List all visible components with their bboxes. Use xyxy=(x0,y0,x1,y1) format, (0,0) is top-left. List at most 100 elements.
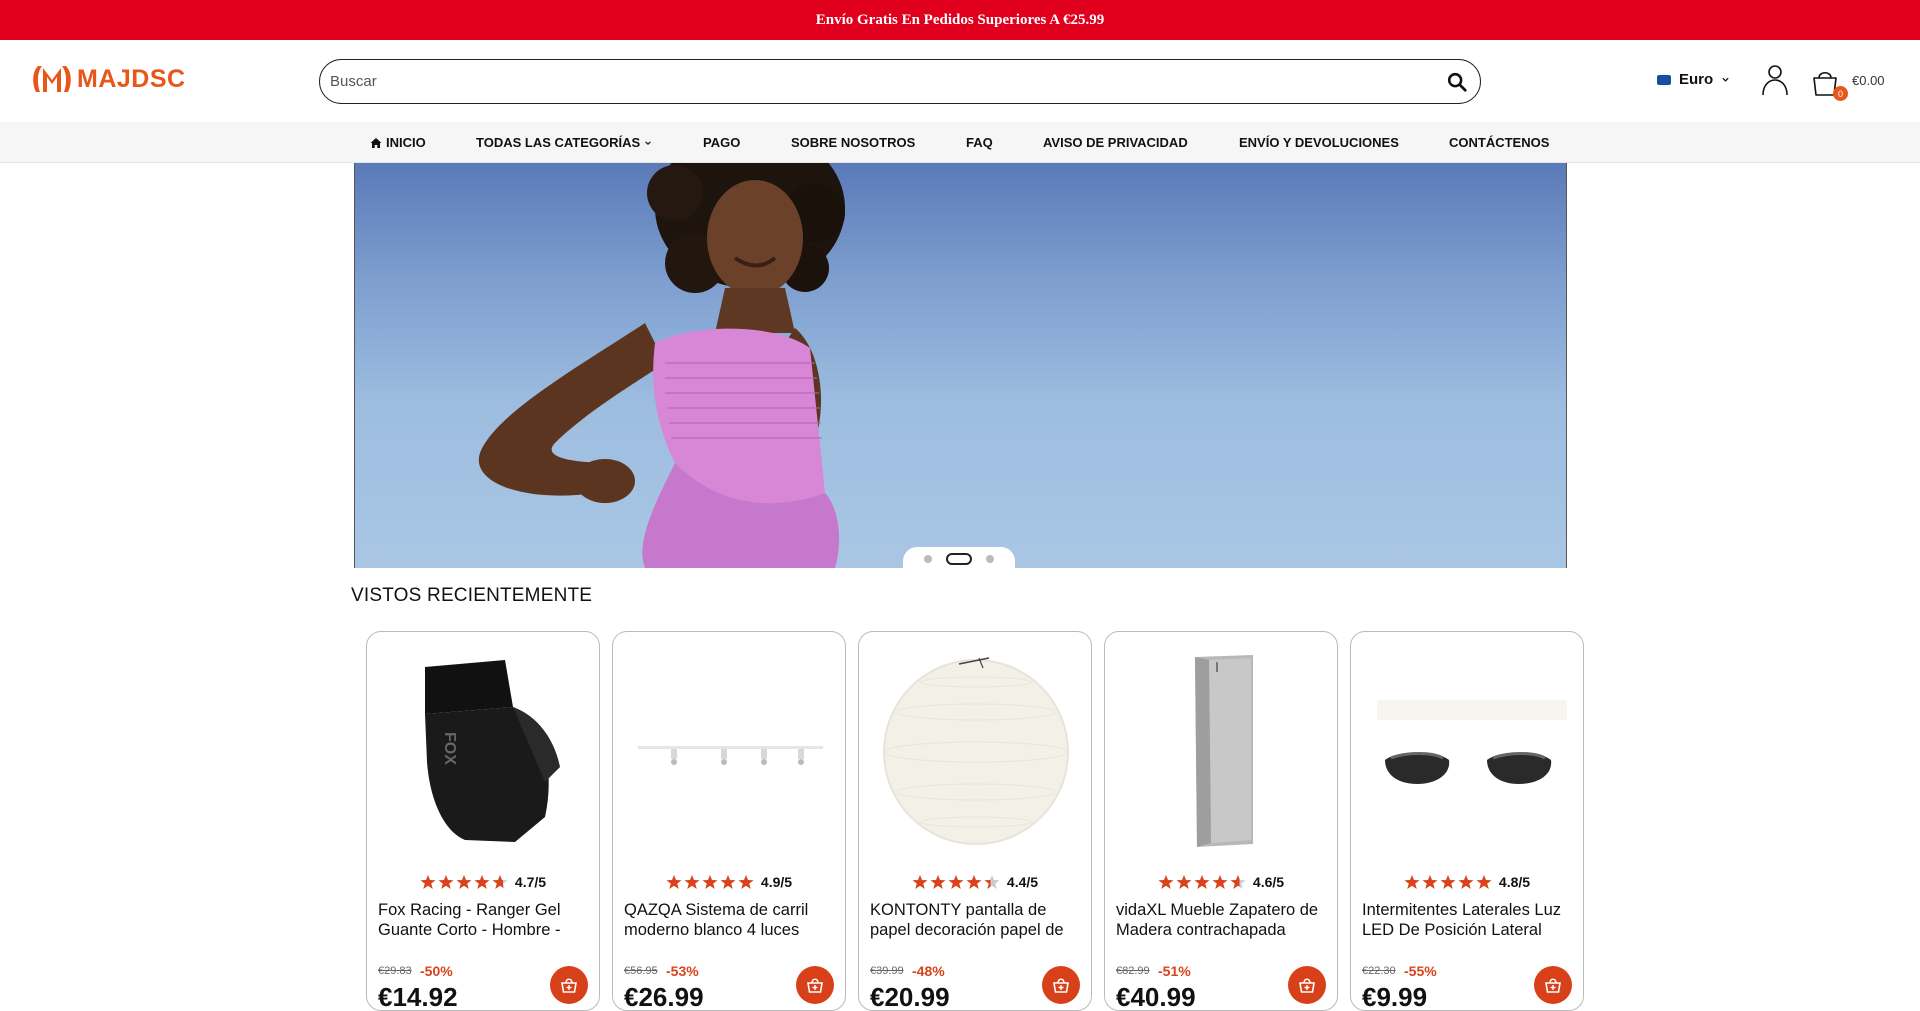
add-to-cart-button[interactable] xyxy=(550,966,588,1004)
product-image[interactable] xyxy=(1377,652,1567,847)
cart-add-icon xyxy=(1299,978,1315,993)
promo-text: Envío Gratis En Pedidos Superiores A €25… xyxy=(815,11,1105,28)
star-icon xyxy=(1404,875,1420,889)
star-half-icon xyxy=(492,875,508,889)
star-icon xyxy=(420,875,436,889)
logo-text: MAJDSC xyxy=(77,64,186,93)
product-card[interactable]: 4.4/5 KONTONTY pantalla de papel decorac… xyxy=(858,631,1092,1011)
cart-total[interactable]: €0.00 xyxy=(1852,73,1885,88)
rating-value: 4.7/5 xyxy=(514,874,547,890)
add-to-cart-button[interactable] xyxy=(1534,966,1572,1004)
price: €26.99 xyxy=(624,982,704,1011)
star-icon xyxy=(1476,875,1492,889)
cart-count-badge: 0 xyxy=(1833,86,1848,101)
star-icon xyxy=(966,875,982,889)
nav-label: SOBRE NOSOTROS xyxy=(791,135,916,150)
user-icon[interactable] xyxy=(1761,64,1789,96)
paper-lamp-image xyxy=(883,657,1069,845)
nav-label: CONTÁCTENOS xyxy=(1449,135,1550,150)
slider-dots xyxy=(903,547,1015,571)
discount-badge: -53% xyxy=(666,963,699,979)
search-input[interactable] xyxy=(330,73,1446,90)
star-icon xyxy=(474,875,490,889)
cart-add-icon xyxy=(561,978,577,993)
chevron-down-icon xyxy=(1722,77,1729,82)
product-card[interactable]: FOX 4.7/5 Fox Racing - Ranger Gel Guante… xyxy=(366,631,600,1011)
star-icon xyxy=(930,875,946,889)
logo[interactable]: MAJDSC xyxy=(30,62,186,96)
nav-label: AVISO DE PRIVACIDAD xyxy=(1043,135,1188,150)
hero-banner[interactable] xyxy=(354,163,1567,568)
product-card[interactable]: 4.6/5 vidaXL Mueble Zapatero de Madera c… xyxy=(1104,631,1338,1011)
nav-label: ENVÍO Y DEVOLUCIONES xyxy=(1239,135,1399,150)
rating-value: 4.6/5 xyxy=(1252,874,1285,890)
product-image[interactable] xyxy=(1125,652,1320,847)
star-icon xyxy=(456,875,472,889)
add-to-cart-button[interactable] xyxy=(796,966,834,1004)
add-to-cart-button[interactable] xyxy=(1042,966,1080,1004)
nav-item-categorias[interactable]: TODAS LAS CATEGORÍAS xyxy=(476,135,652,150)
product-title[interactable]: KONTONTY pantalla de papel decoración pa… xyxy=(870,900,1083,940)
rating: 4.8/5 xyxy=(1351,874,1583,890)
discount-badge: -51% xyxy=(1158,963,1191,979)
main-nav: INICIO TODAS LAS CATEGORÍAS PAGO SOBRE N… xyxy=(0,122,1920,163)
rating: 4.4/5 xyxy=(859,874,1091,890)
search-bar xyxy=(319,59,1481,104)
product-card[interactable]: 4.8/5 Intermitentes Laterales Luz LED De… xyxy=(1350,631,1584,1011)
star-icon xyxy=(720,875,736,889)
search-icon[interactable] xyxy=(1446,71,1468,93)
nav-label: PAGO xyxy=(703,135,741,150)
product-title[interactable]: QAZQA Sistema de carril moderno blanco 4… xyxy=(624,900,837,940)
slider-dot[interactable] xyxy=(924,555,932,563)
product-title[interactable]: Fox Racing - Ranger Gel Guante Corto - H… xyxy=(378,900,591,940)
logo-icon xyxy=(33,66,71,92)
old-price: €39.99 xyxy=(870,965,904,977)
rating-value: 4.4/5 xyxy=(1006,874,1039,890)
price: €20.99 xyxy=(870,982,950,1011)
glove-image: FOX xyxy=(424,660,560,842)
nav-item-privacidad[interactable]: AVISO DE PRIVACIDAD xyxy=(1043,135,1188,150)
nav-item-contacto[interactable]: CONTÁCTENOS xyxy=(1449,135,1549,150)
product-title[interactable]: vidaXL Mueble Zapatero de Madera contrac… xyxy=(1116,900,1329,940)
cart-add-icon xyxy=(807,978,823,993)
star-icon xyxy=(1212,875,1228,889)
star-half-icon xyxy=(984,875,1000,889)
slider-dot-active[interactable] xyxy=(946,553,972,565)
nav-label: INICIO xyxy=(386,135,426,150)
nav-item-faq[interactable]: FAQ xyxy=(966,135,993,150)
discount-badge: -50% xyxy=(420,963,453,979)
star-icon xyxy=(684,875,700,889)
chevron-down-icon xyxy=(645,140,651,145)
product-image[interactable]: FOX xyxy=(387,652,582,847)
nav-item-pago[interactable]: PAGO xyxy=(703,135,740,150)
svg-text:FOX: FOX xyxy=(441,732,458,765)
star-icon xyxy=(1194,875,1210,889)
product-card[interactable]: 4.9/5 QAZQA Sistema de carril moderno bl… xyxy=(612,631,846,1011)
rating: 4.6/5 xyxy=(1105,874,1337,890)
nav-item-envio[interactable]: ENVÍO Y DEVOLUCIONES xyxy=(1239,135,1399,150)
cart-add-icon xyxy=(1545,978,1561,993)
product-title[interactable]: Intermitentes Laterales Luz LED De Posic… xyxy=(1362,900,1575,940)
price: €9.99 xyxy=(1362,982,1428,1011)
currency-selector[interactable]: Euro xyxy=(1657,71,1730,88)
add-to-cart-button[interactable] xyxy=(1288,966,1326,1004)
old-price: €22.30 xyxy=(1362,965,1396,977)
product-image[interactable] xyxy=(879,652,1074,847)
nav-item-inicio[interactable]: INICIO xyxy=(370,135,426,150)
nav-item-sobre-nosotros[interactable]: SOBRE NOSOTROS xyxy=(791,135,915,150)
home-icon xyxy=(370,137,382,148)
banner-image xyxy=(478,163,845,568)
eu-flag-icon xyxy=(1657,74,1671,85)
star-icon xyxy=(1422,875,1438,889)
shoe-cabinet-image xyxy=(1195,655,1253,847)
nav-label: TODAS LAS CATEGORÍAS xyxy=(476,135,641,150)
old-price: €82.99 xyxy=(1116,965,1150,977)
nav-label: FAQ xyxy=(966,135,993,150)
section-title-recent: VISTOS RECIENTEMENTE xyxy=(351,585,593,606)
slider-dot[interactable] xyxy=(986,555,994,563)
rating: 4.7/5 xyxy=(367,874,599,890)
product-image[interactable] xyxy=(633,652,828,847)
old-price: €56.95 xyxy=(624,965,658,977)
promo-bar: Envío Gratis En Pedidos Superiores A €25… xyxy=(0,0,1920,40)
rating: 4.9/5 xyxy=(613,874,845,890)
